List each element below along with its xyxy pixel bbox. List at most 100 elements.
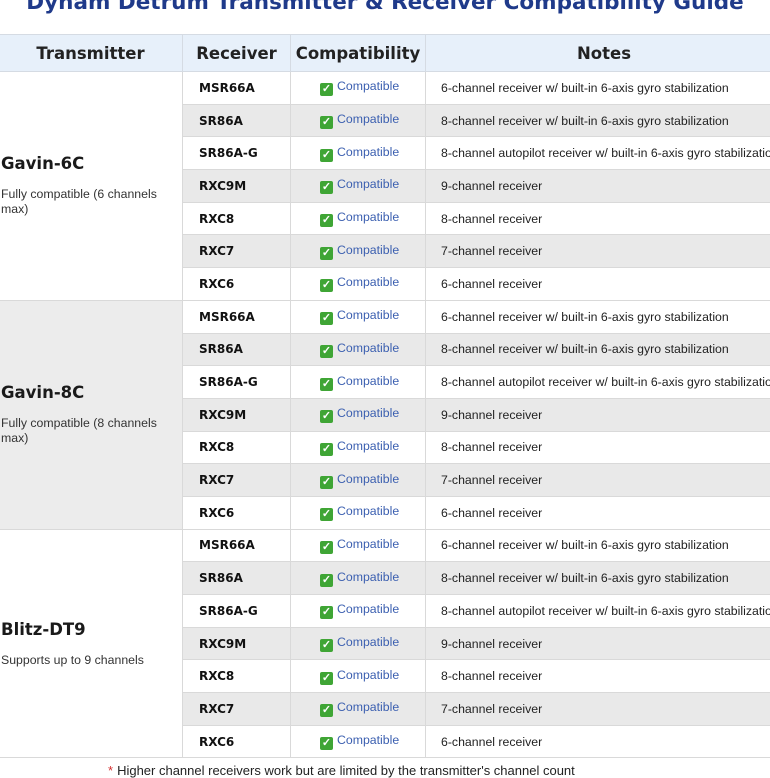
- compatibility-cell: ✓ Compatible: [291, 464, 426, 497]
- notes-cell: 8-channel receiver w/ built-in 6-axis gy…: [426, 562, 770, 595]
- column-header-notes: Notes: [426, 35, 770, 72]
- compatibility-status: Compatible: [337, 439, 399, 453]
- check-icon: ✓: [320, 476, 333, 489]
- compatibility-cell: ✓Compatible: [291, 300, 426, 333]
- header-row: Transmitter Receiver Compatibility Notes: [0, 35, 770, 72]
- check-icon: ✓: [320, 672, 333, 685]
- compatibility-cell: ✓Compatible: [291, 595, 426, 628]
- receiver-cell: RXC7: [183, 235, 291, 268]
- check-icon: ✓: [320, 181, 333, 194]
- receiver-cell: RXC6: [183, 496, 291, 529]
- compatibility-cell: ✓Compatible: [291, 235, 426, 268]
- compatibility-status: Compatible: [337, 177, 399, 191]
- check-icon: ✓: [320, 704, 333, 717]
- compatibility-cell: ✓ Compatible: [291, 431, 426, 464]
- receiver-cell: MSR66A: [183, 529, 291, 562]
- notes-cell: 7-channel receiver: [426, 235, 770, 268]
- compatibility-cell: ✓ Compatible: [291, 366, 426, 399]
- check-icon: ✓: [320, 312, 333, 325]
- notes-cell: 8-channel receiver: [426, 431, 770, 464]
- footnote-text: Higher channel receivers work but are li…: [117, 763, 575, 778]
- transmitter-name: Blitz-DT9: [1, 620, 182, 639]
- receiver-cell: SR86A: [183, 562, 291, 595]
- receiver-cell: RXC9M: [183, 627, 291, 660]
- notes-cell: 6-channel receiver: [426, 268, 770, 301]
- notes-cell: 8-channel autopilot receiver w/ built-in…: [426, 366, 770, 399]
- transmitter-cell: Blitz-DT9 Supports up to 9 channels: [0, 529, 183, 758]
- column-header-compatibility: Compatibility: [291, 35, 426, 72]
- compatibility-status: Compatible: [337, 635, 399, 649]
- compatibility-cell: ✓ Compatible: [291, 72, 426, 105]
- receiver-cell: RXC9M: [183, 398, 291, 431]
- check-icon: ✓: [320, 508, 333, 521]
- compatibility-status: Compatible: [337, 112, 399, 126]
- check-icon: ✓: [320, 149, 333, 162]
- compatibility-status: Compatible: [337, 374, 399, 388]
- compatibility-status: Compatible: [337, 341, 399, 355]
- compatibility-cell: ✓Compatible: [291, 660, 426, 693]
- compatibility-cell: ✓Compatible: [291, 202, 426, 235]
- notes-cell: 6-channel receiver w/ built-in 6-axis gy…: [426, 529, 770, 562]
- compatibility-cell: ✓ Compatible: [291, 496, 426, 529]
- compatibility-status: Compatible: [337, 79, 399, 93]
- notes-cell: 6-channel receiver: [426, 496, 770, 529]
- check-icon: ✓: [320, 378, 333, 391]
- compatibility-status: Compatible: [337, 472, 399, 486]
- receiver-cell: RXC8: [183, 202, 291, 235]
- compatibility-cell: ✓ Compatible: [291, 562, 426, 595]
- notes-cell: 6-channel receiver w/ built-in 6-axis gy…: [426, 300, 770, 333]
- check-icon: ✓: [320, 116, 333, 129]
- transmitter-name: Gavin-6C: [1, 154, 182, 173]
- check-icon: ✓: [320, 83, 333, 96]
- receiver-cell: RXC9M: [183, 170, 291, 203]
- notes-cell: 6-channel receiver w/ built-in 6-axis gy…: [426, 72, 770, 105]
- footnote: *Higher channel receivers work but are l…: [108, 763, 575, 778]
- page-title: Dynam Detrum Transmitter & Receiver Comp…: [0, 0, 770, 16]
- compatibility-cell: ✓ Compatible: [291, 627, 426, 660]
- compatibility-status: Compatible: [337, 570, 399, 584]
- column-header-transmitter: Transmitter: [0, 35, 183, 72]
- compatibility-cell: ✓Compatible: [291, 693, 426, 726]
- check-icon: ✓: [320, 574, 333, 587]
- notes-cell: 9-channel receiver: [426, 398, 770, 431]
- receiver-cell: SR86A: [183, 333, 291, 366]
- transmitter-cell: Gavin-8C Fully compatible (8 channels max…: [0, 300, 183, 529]
- transmitter-note: Fully compatible (8 channels max): [1, 416, 161, 446]
- check-icon: ✓: [320, 345, 333, 358]
- receiver-cell: MSR66A: [183, 300, 291, 333]
- compatibility-cell: ✓ Compatible: [291, 725, 426, 758]
- transmitter-name: Gavin-8C: [1, 383, 182, 402]
- check-icon: ✓: [320, 639, 333, 652]
- compatibility-cell: ✓Compatible: [291, 529, 426, 562]
- check-icon: ✓: [320, 443, 333, 456]
- notes-cell: 8-channel autopilot receiver w/ built-in…: [426, 595, 770, 628]
- compatibility-cell: ✓Compatible: [291, 268, 426, 301]
- receiver-cell: SR86A-G: [183, 595, 291, 628]
- notes-cell: 7-channel receiver: [426, 693, 770, 726]
- check-icon: ✓: [320, 737, 333, 750]
- transmitter-note: Supports up to 9 channels: [1, 653, 161, 668]
- table-row: Gavin-8CFully compatible (8 channels max…: [0, 300, 770, 333]
- receiver-cell: SR86A-G: [183, 366, 291, 399]
- compatibility-status: Compatible: [337, 406, 399, 420]
- table-body: Gavin-6CFully compatible (6 channels max…: [0, 72, 770, 758]
- receiver-cell: MSR66A: [183, 72, 291, 105]
- compatibility-cell: ✓ Compatible: [291, 333, 426, 366]
- check-icon: ✓: [320, 541, 333, 554]
- notes-cell: 8-channel receiver: [426, 660, 770, 693]
- compatibility-status: Compatible: [337, 504, 399, 518]
- compatibility-table: Transmitter Receiver Compatibility Notes…: [0, 34, 770, 758]
- receiver-cell: RXC8: [183, 431, 291, 464]
- notes-cell: 9-channel receiver: [426, 170, 770, 203]
- compatibility-status: Compatible: [337, 733, 399, 747]
- notes-cell: 8-channel receiver w/ built-in 6-axis gy…: [426, 333, 770, 366]
- compatibility-cell: ✓Compatible: [291, 398, 426, 431]
- compatibility-cell: ✓ Compatible: [291, 170, 426, 203]
- compatibility-cell: ✓ Compatible: [291, 104, 426, 137]
- receiver-cell: SR86A: [183, 104, 291, 137]
- compatibility-status: Compatible: [337, 243, 399, 257]
- check-icon: ✓: [320, 606, 333, 619]
- compatibility-status: Compatible: [337, 275, 399, 289]
- notes-cell: 8-channel receiver: [426, 202, 770, 235]
- compatibility-cell: ✓Compatible: [291, 137, 426, 170]
